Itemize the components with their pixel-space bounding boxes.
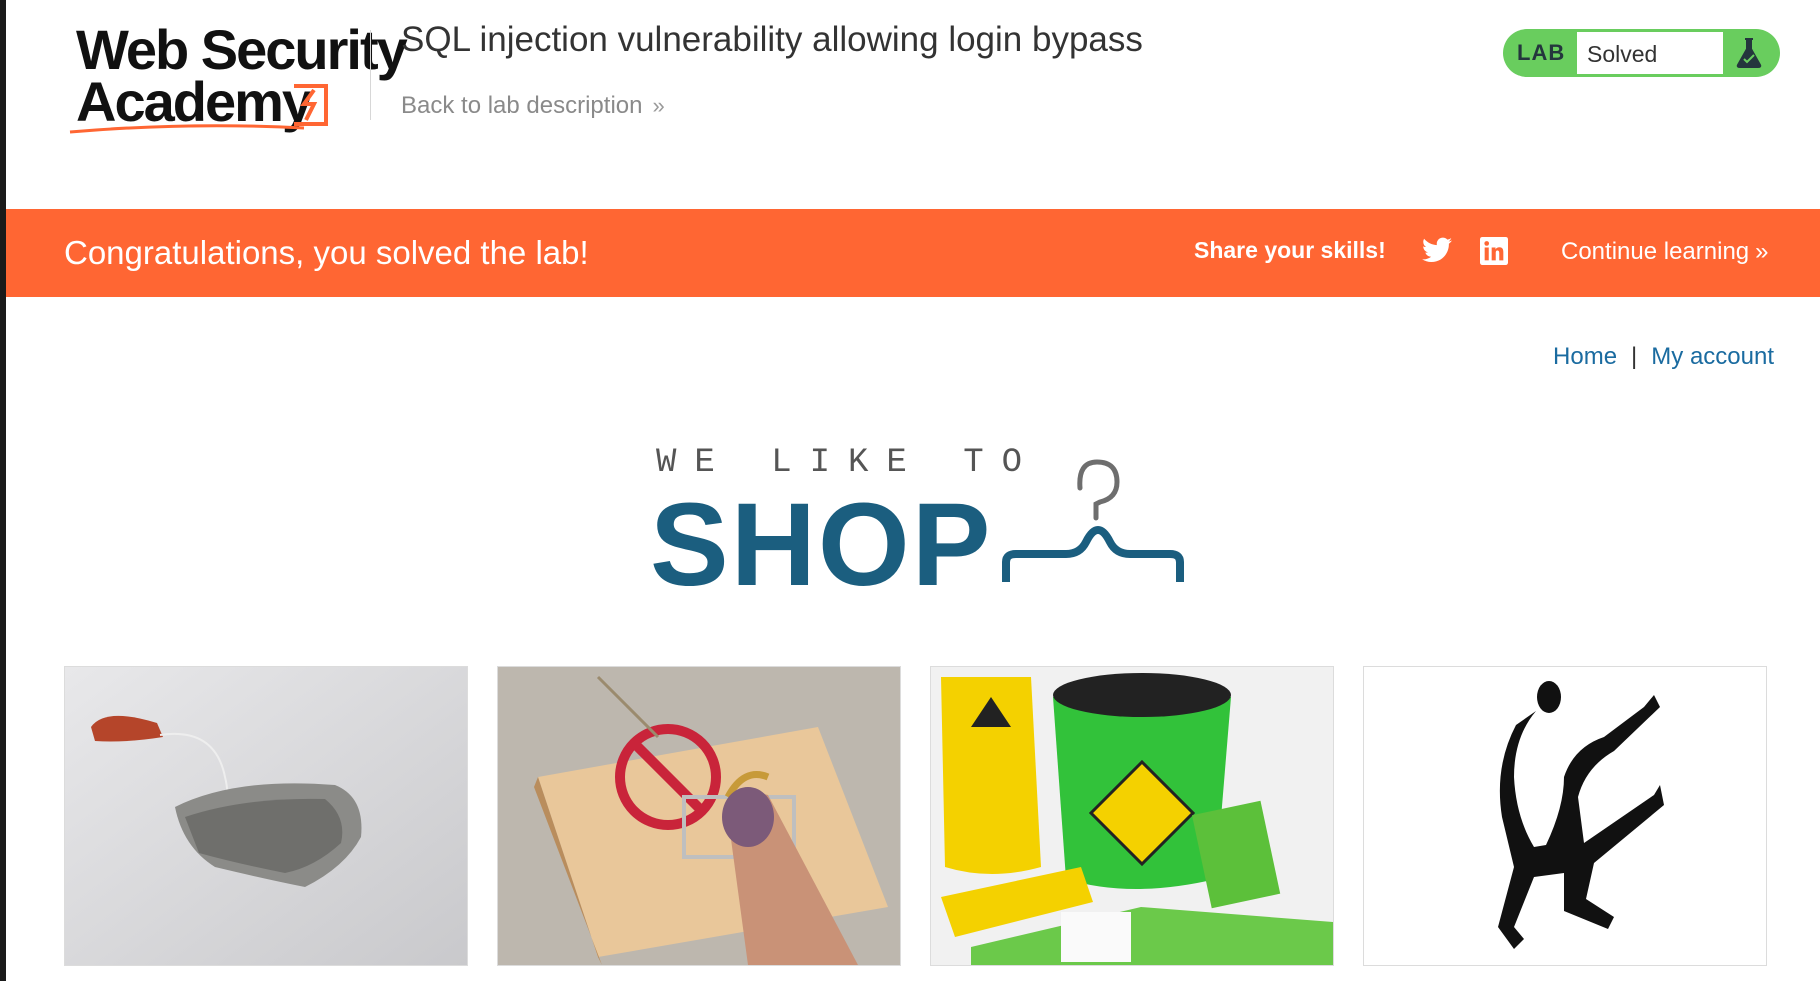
web-security-academy-logo[interactable]: Web Security Academy bbox=[68, 22, 408, 136]
shop-tagline: WE LIKE TO bbox=[656, 444, 1041, 482]
lab-status-text: Solved bbox=[1587, 41, 1658, 67]
continue-learning-link[interactable]: Continue learning» bbox=[1561, 238, 1769, 266]
nav-home-link[interactable]: Home bbox=[1553, 343, 1617, 370]
shop-title: SHOP bbox=[650, 479, 993, 611]
back-to-lab-description-link[interactable]: Back to lab description » bbox=[401, 92, 665, 120]
share-skills-label: Share your skills! bbox=[1194, 237, 1386, 263]
lab-header: Web Security Academy SQL injection vulne… bbox=[6, 0, 1820, 209]
nav-separator: | bbox=[1631, 343, 1638, 370]
bucket-of-doom-image bbox=[931, 667, 1333, 965]
mousetrap-image bbox=[498, 667, 900, 965]
product-image-tea-bag[interactable] bbox=[64, 666, 468, 966]
lab-status-value: Solved bbox=[1577, 32, 1723, 74]
double-chevron-right-icon: » bbox=[1755, 238, 1769, 265]
double-chevron-right-icon: » bbox=[652, 93, 665, 118]
top-nav: Home | My account bbox=[1553, 343, 1774, 371]
back-link-label: Back to lab description bbox=[401, 92, 643, 119]
flask-icon bbox=[1736, 38, 1762, 68]
tea-bag-image bbox=[65, 667, 467, 965]
twitter-icon[interactable] bbox=[1422, 237, 1452, 263]
nav-my-account-link[interactable]: My account bbox=[1651, 343, 1774, 370]
continue-learning-label: Continue learning bbox=[1561, 238, 1750, 265]
shop-logo: WE LIKE TO SHOP bbox=[650, 440, 1190, 604]
congratulations-message: Congratulations, you solved the lab! bbox=[64, 234, 589, 271]
lab-tag: LAB bbox=[1517, 40, 1566, 65]
linkedin-icon[interactable] bbox=[1480, 237, 1508, 265]
lab-status-widget: LAB Solved bbox=[1503, 29, 1780, 77]
header-divider bbox=[370, 30, 371, 120]
product-image-mousetrap[interactable] bbox=[497, 666, 901, 966]
solved-banner: Congratulations, you solved the lab! Sha… bbox=[6, 209, 1820, 297]
hanger-icon bbox=[1002, 459, 1184, 582]
product-image-silhouette[interactable] bbox=[1363, 666, 1767, 966]
logo-underline-icon bbox=[69, 124, 305, 134]
dancing-silhouette-image bbox=[1364, 667, 1766, 965]
lab-title: SQL injection vulnerability allowing log… bbox=[401, 20, 1143, 59]
product-image-bucket[interactable] bbox=[930, 666, 1334, 966]
